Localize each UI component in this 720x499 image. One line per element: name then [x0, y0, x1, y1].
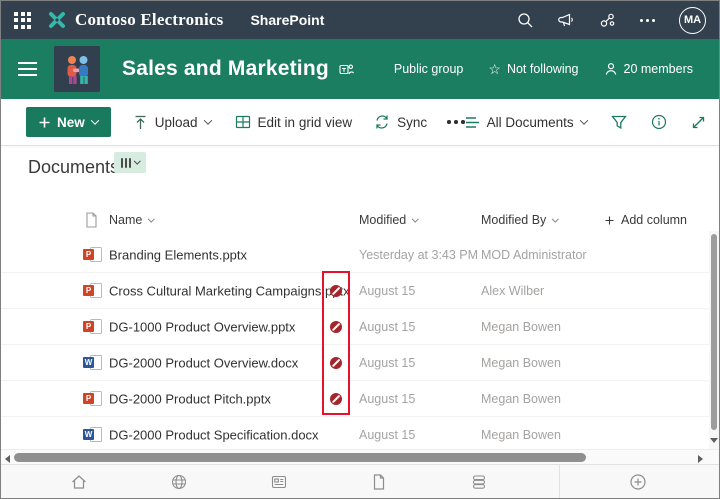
vertical-scrollbar-thumb[interactable] — [711, 234, 717, 430]
sharing-blocked-icon — [330, 320, 342, 333]
upload-icon — [135, 115, 146, 129]
globe-icon[interactable] — [170, 473, 189, 492]
column-header-modified-by[interactable]: Modified By — [481, 213, 559, 227]
horizontal-scrollbar[interactable] — [1, 449, 719, 464]
file-type-icon: P — [83, 246, 102, 263]
command-bar: New Upload Edit in grid view Sync All Do… — [1, 99, 719, 146]
list-view-badge[interactable] — [114, 152, 146, 173]
modified-cell: August 15 — [359, 283, 416, 298]
modified-cell: August 15 — [359, 427, 416, 442]
members-button[interactable]: 20 members — [604, 62, 693, 76]
upload-button[interactable]: Upload — [133, 115, 212, 130]
sync-icon — [376, 115, 388, 129]
file-name-link[interactable]: Branding Elements.pptx — [109, 247, 247, 262]
app-name-link[interactable]: SharePoint — [250, 12, 324, 28]
sharepoint-window: Contoso Electronics SharePoint MA Sales … — [0, 0, 720, 499]
column-header-name[interactable]: Name — [109, 213, 155, 227]
sharing-blocked-icon — [330, 356, 342, 369]
horizontal-scrollbar-thumb[interactable] — [14, 453, 586, 462]
sharing-blocked-icon — [330, 284, 342, 297]
app-launcher-icon[interactable] — [14, 11, 31, 29]
contoso-logo-icon — [46, 9, 68, 31]
table-row[interactable]: P Cross Cultural Marketing Campaigns.ppt… — [1, 273, 719, 309]
table-row[interactable]: P DG-1000 Product Overview.pptx August 1… — [1, 309, 719, 345]
file-name-link[interactable]: DG-2000 Product Overview.docx — [109, 355, 298, 370]
scroll-left-arrow[interactable] — [5, 454, 10, 463]
table-row[interactable]: W DG-2000 Product Specification.docx Aug… — [1, 417, 719, 453]
search-icon[interactable] — [517, 12, 534, 29]
news-icon[interactable] — [270, 473, 289, 492]
grid-icon — [235, 115, 250, 129]
modified-by-cell: Alex Wilber — [481, 283, 545, 298]
view-selector[interactable]: All Documents — [465, 115, 588, 130]
file-type-icon: P — [83, 282, 102, 299]
privacy-label: Public group — [393, 62, 464, 76]
modified-by-cell: MOD Administrator — [481, 247, 587, 262]
file-type-icon: P — [83, 318, 102, 335]
modified-by-cell: Megan Bowen — [481, 319, 561, 334]
megaphone-icon[interactable] — [558, 12, 575, 29]
person-icon — [604, 62, 618, 76]
table-row[interactable]: W DG-2000 Product Overview.docx August 1… — [1, 345, 719, 381]
new-button[interactable]: New — [26, 107, 111, 137]
bars-icon — [120, 157, 124, 168]
site-title[interactable]: Sales and Marketing — [122, 57, 329, 81]
page-icon[interactable] — [370, 473, 389, 492]
edit-grid-view-button[interactable]: Edit in grid view — [235, 114, 352, 130]
modified-cell: August 15 — [359, 355, 416, 370]
filter-icon[interactable] — [610, 115, 627, 130]
file-name-link[interactable]: Cross Cultural Marketing Campaigns.pptx — [109, 283, 350, 298]
vertical-scrollbar[interactable] — [709, 231, 719, 449]
scroll-right-arrow[interactable] — [698, 454, 703, 463]
mobile-nav-footer — [1, 464, 719, 498]
follow-button[interactable]: ☆ Not following — [488, 62, 578, 76]
plus-icon — [39, 117, 50, 127]
site-logo[interactable] — [54, 46, 100, 92]
add-icon[interactable] — [629, 473, 648, 492]
footer-divider — [559, 465, 560, 498]
org-chart-icon[interactable] — [599, 12, 616, 29]
file-type-icon: W — [83, 426, 102, 443]
info-icon[interactable] — [651, 114, 667, 130]
more-options-icon[interactable] — [640, 18, 655, 22]
modified-cell: August 15 — [359, 319, 416, 334]
list-title: Documents — [28, 157, 120, 177]
command-more-icon[interactable] — [447, 120, 465, 124]
file-type-icon: W — [83, 354, 102, 371]
file-name-link[interactable]: DG-1000 Product Overview.pptx — [109, 319, 295, 334]
home-icon[interactable] — [70, 473, 89, 492]
table-header: Name Modified Modified By Add column — [1, 205, 719, 235]
modified-cell: Yesterday at 3:43 PM — [359, 247, 479, 262]
modified-by-cell: Megan Bowen — [481, 391, 561, 406]
file-name-link[interactable]: DG-2000 Product Specification.docx — [109, 427, 319, 442]
library-icon[interactable] — [470, 473, 489, 492]
scroll-down-arrow[interactable] — [709, 438, 718, 443]
file-column-icon — [84, 212, 99, 229]
document-rows: P Branding Elements.pptx Yesterday at 3:… — [1, 237, 719, 453]
table-row[interactable]: P DG-2000 Product Pitch.pptx August 15 M… — [1, 381, 719, 417]
account-avatar[interactable]: MA — [679, 6, 706, 34]
list-view-icon — [465, 116, 479, 128]
expand-icon[interactable] — [691, 115, 706, 130]
column-header-modified[interactable]: Modified — [359, 213, 419, 227]
modified-by-cell: Megan Bowen — [481, 427, 561, 442]
sync-button[interactable]: Sync — [374, 114, 427, 130]
plus-icon — [605, 216, 614, 224]
table-row[interactable]: P Branding Elements.pptx Yesterday at 3:… — [1, 237, 719, 273]
sharing-blocked-icon — [330, 392, 342, 405]
modified-by-cell: Megan Bowen — [481, 355, 561, 370]
site-header: Sales and Marketing Public group ☆ Not f… — [1, 39, 719, 99]
file-type-icon: P — [83, 390, 102, 407]
star-icon: ☆ — [488, 61, 501, 77]
teams-icon — [339, 62, 354, 77]
add-column-button[interactable]: Add column — [605, 213, 687, 227]
suite-bar: Contoso Electronics SharePoint MA — [1, 1, 719, 39]
hamburger-menu-icon[interactable] — [18, 62, 37, 76]
modified-cell: August 15 — [359, 391, 416, 406]
file-name-link[interactable]: DG-2000 Product Pitch.pptx — [109, 391, 271, 406]
brand-name: Contoso Electronics — [75, 10, 224, 29]
